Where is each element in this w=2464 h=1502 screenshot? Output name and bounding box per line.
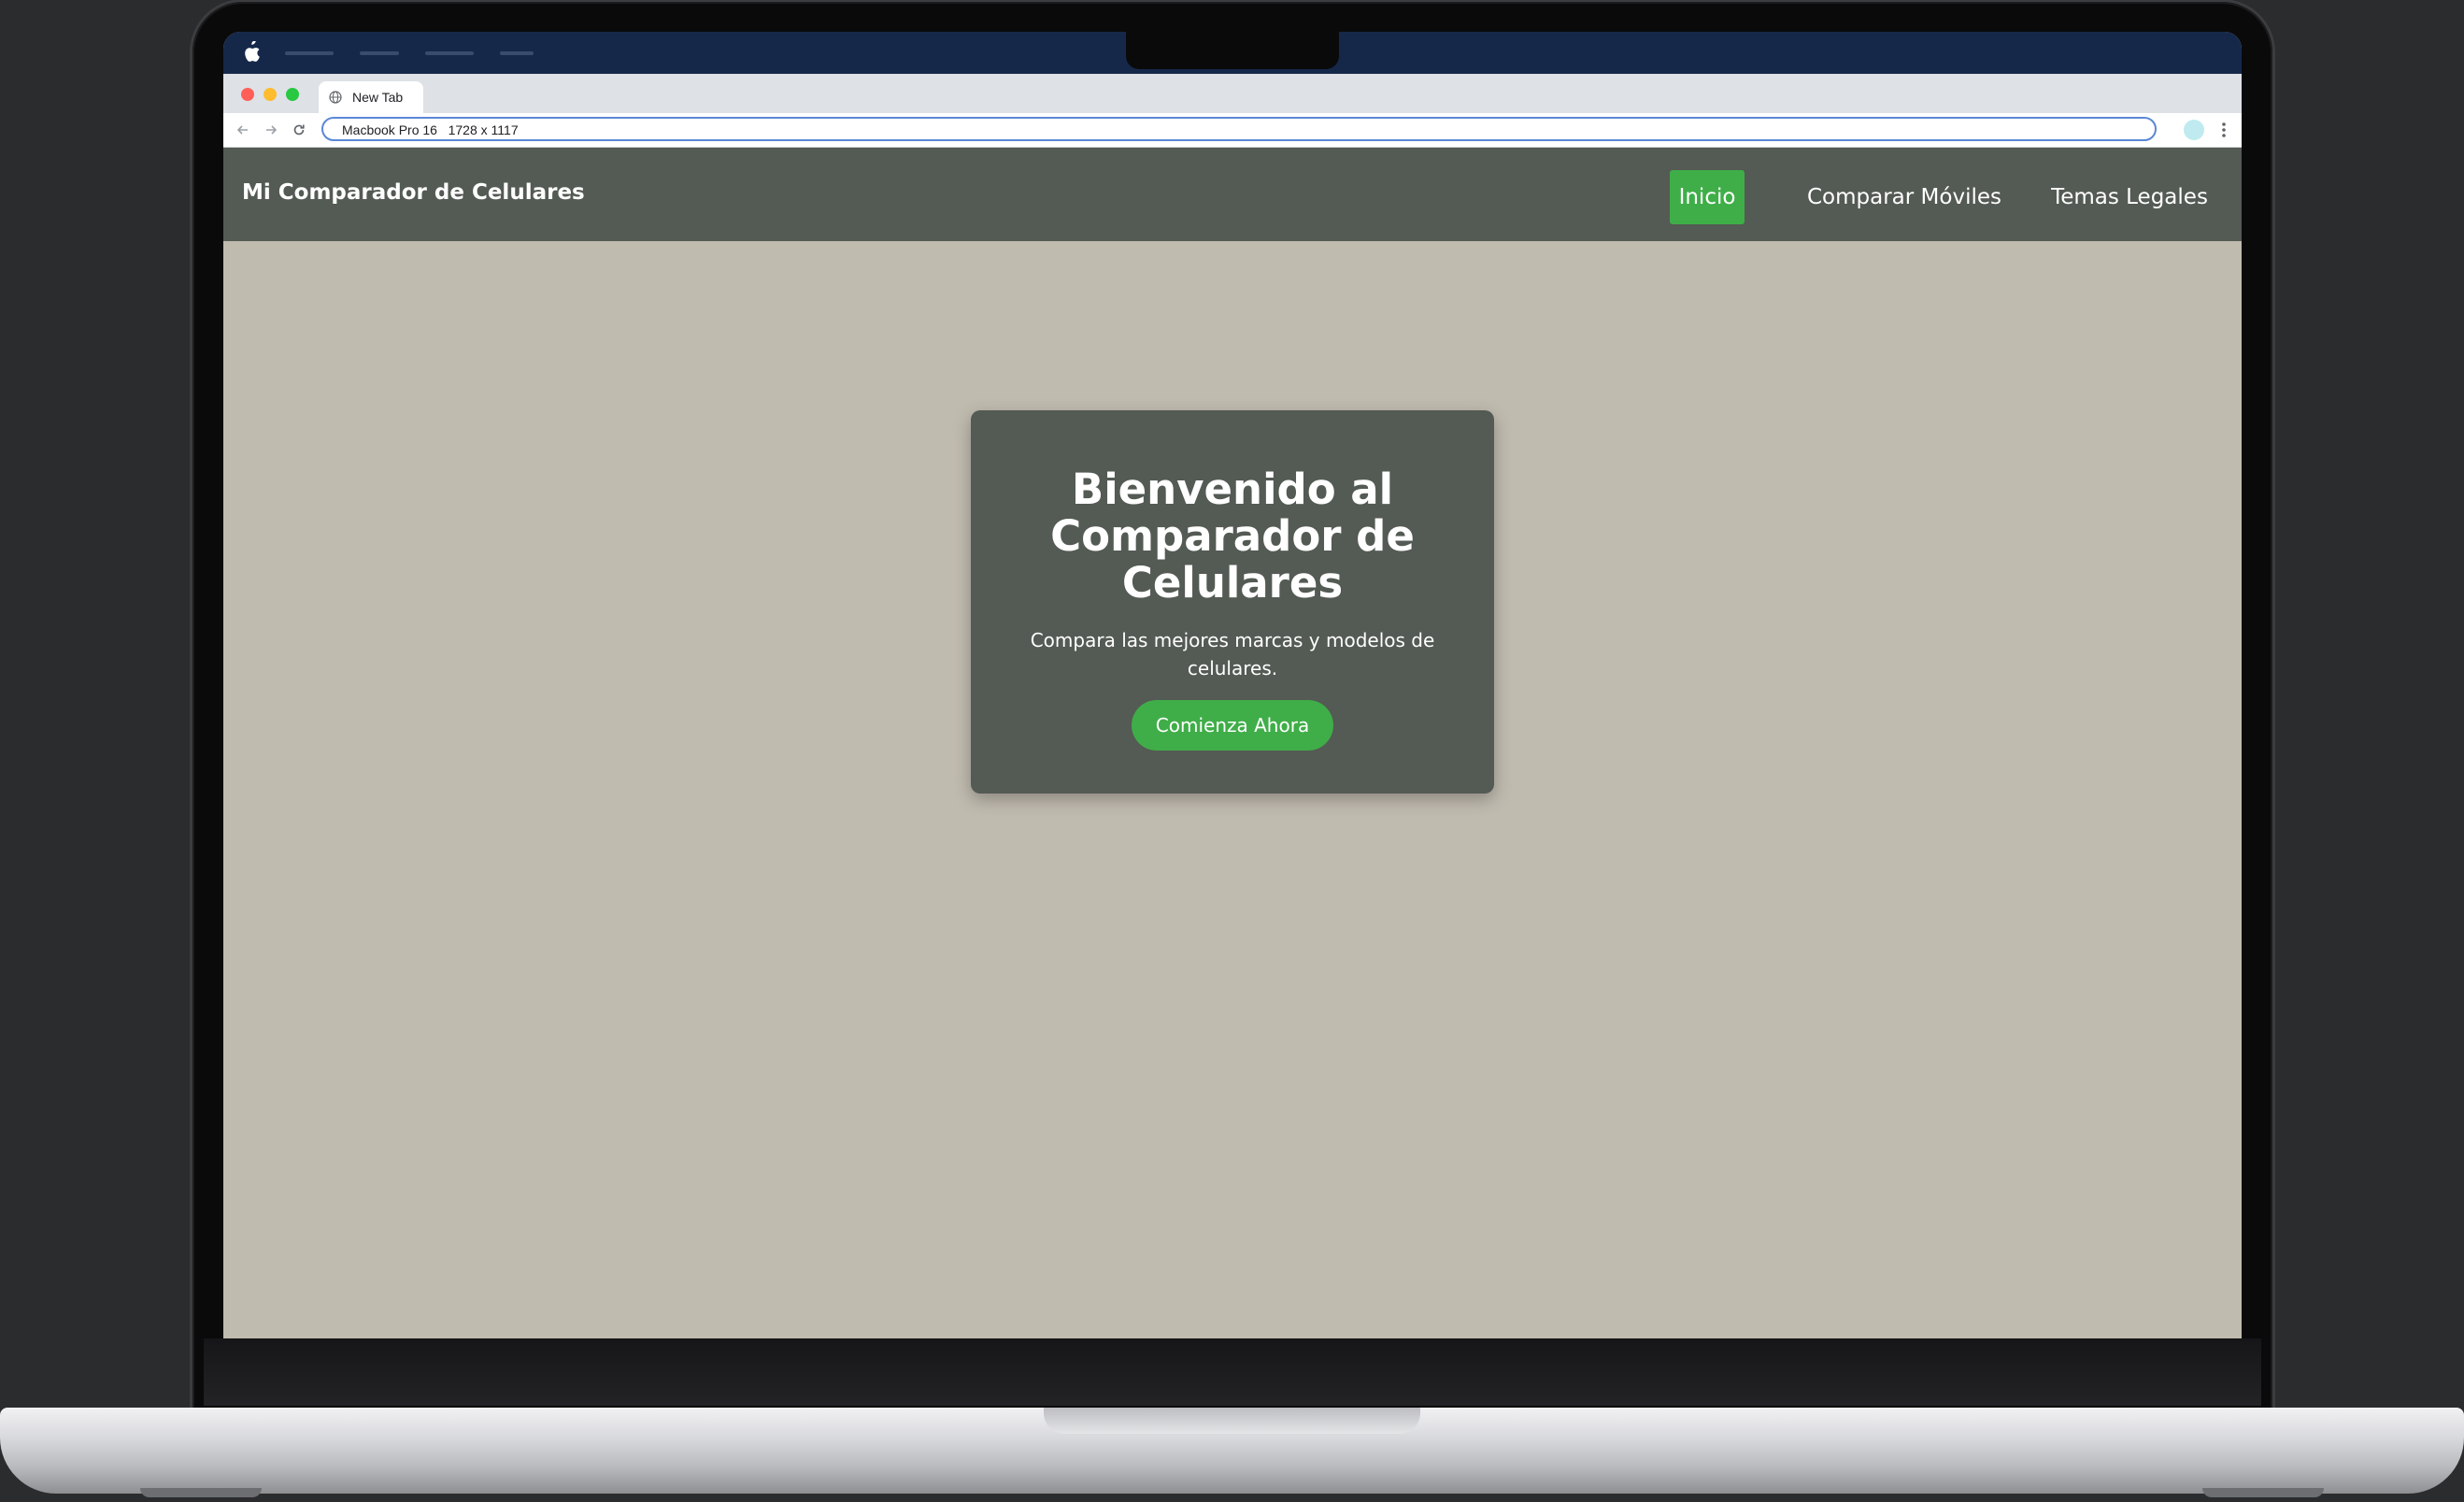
hero-title: Bienvenido al Comparador de Celulares xyxy=(1050,465,1415,608)
laptop-mockup: New Tab Macbook Pro 16 1728 x 1117 Mi Co… xyxy=(0,0,2464,1502)
back-arrow-icon xyxy=(236,125,248,135)
site-navbar: Mi Comparador de Celulares Inicio Compar… xyxy=(223,148,2242,241)
laptop-foot xyxy=(140,1488,262,1497)
profile-icon[interactable] xyxy=(2184,120,2204,140)
menu-placeholder[interactable] xyxy=(285,51,334,55)
tab-title: New Tab xyxy=(352,90,404,105)
menu-placeholder[interactable] xyxy=(425,51,474,55)
forward-button[interactable] xyxy=(263,122,279,138)
camera-notch xyxy=(1126,32,1339,69)
browser-toolbar: Macbook Pro 16 1728 x 1117 xyxy=(223,113,2242,148)
laptop-screen: New Tab Macbook Pro 16 1728 x 1117 Mi Co… xyxy=(223,32,2242,1338)
hero-card: Bienvenido al Comparador de Celulares Co… xyxy=(971,410,1494,794)
laptop-base-notch xyxy=(1044,1408,1420,1434)
laptop-foot xyxy=(2202,1488,2324,1497)
forward-arrow-icon xyxy=(266,125,278,135)
nav-link-temas-legales[interactable]: Temas Legales xyxy=(2043,170,2216,224)
start-now-button[interactable]: Comienza Ahora xyxy=(1132,700,1333,751)
nav-link-comparar-moviles[interactable]: Comparar Móviles xyxy=(1787,170,2022,224)
hero-subtitle: Compara las mejores marcas y modelos de … xyxy=(1030,629,1435,679)
address-bar-text: Macbook Pro 16 1728 x 1117 xyxy=(342,122,519,137)
web-page: Mi Comparador de Celulares Inicio Compar… xyxy=(223,148,2242,1338)
nav-link-inicio[interactable]: Inicio xyxy=(1670,170,1745,224)
browser-tab[interactable]: New Tab xyxy=(319,81,423,113)
menu-placeholder[interactable] xyxy=(500,51,534,55)
address-bar[interactable]: Macbook Pro 16 1728 x 1117 xyxy=(321,117,2157,141)
back-button[interactable] xyxy=(235,122,251,138)
kebab-menu-icon[interactable] xyxy=(2221,121,2227,139)
globe-icon xyxy=(329,91,342,104)
reload-button[interactable] xyxy=(291,122,307,138)
menu-placeholder[interactable] xyxy=(360,51,399,55)
macos-menu-bar xyxy=(223,32,2242,74)
close-window-button[interactable] xyxy=(241,88,254,101)
maximize-window-button[interactable] xyxy=(286,88,299,101)
site-brand[interactable]: Mi Comparador de Celulares xyxy=(242,180,585,205)
apple-icon[interactable] xyxy=(242,41,261,64)
minimize-window-button[interactable] xyxy=(263,88,277,101)
laptop-hinge xyxy=(204,1338,2261,1406)
reload-icon xyxy=(293,124,305,136)
